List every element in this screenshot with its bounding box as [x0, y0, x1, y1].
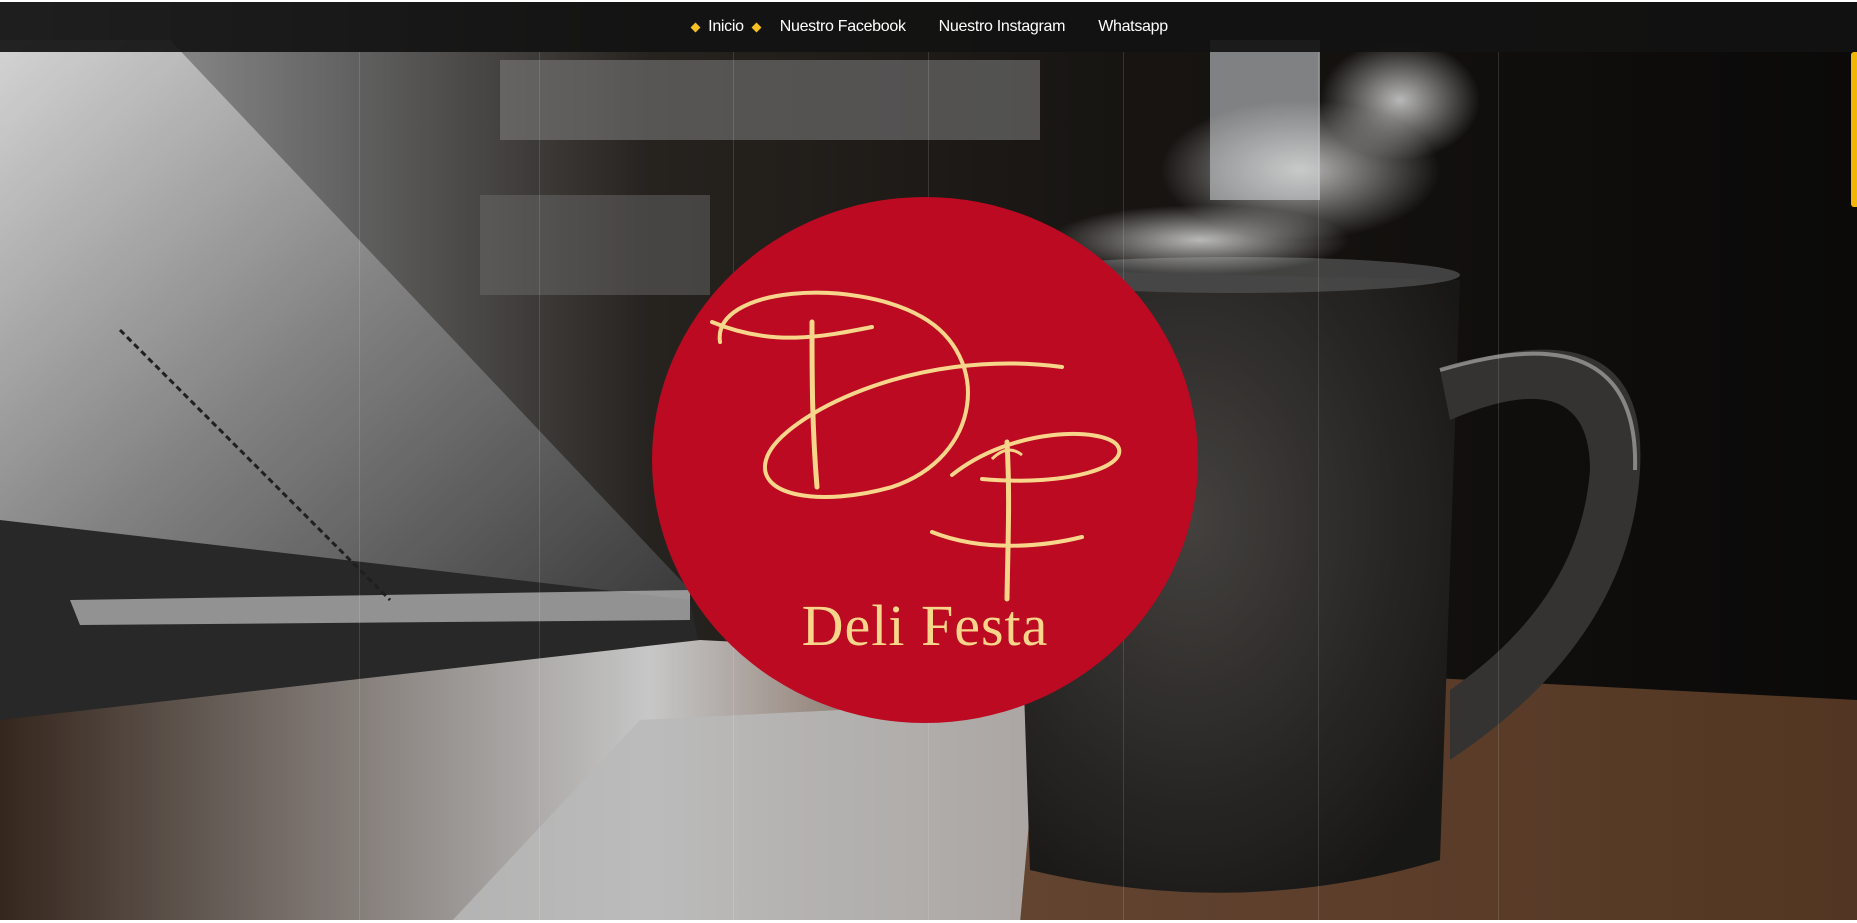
nav-item-whatsapp[interactable]: Whatsapp	[1098, 18, 1168, 36]
nav-item-label: Nuestro Facebook	[779, 18, 906, 35]
nav-item-inicio[interactable]: Inicio	[690, 18, 762, 36]
active-marker-right-icon	[751, 22, 762, 32]
grid-line	[539, 52, 540, 923]
nav-item-label: Nuestro Instagram	[938, 18, 1066, 35]
active-marker-left-icon	[690, 22, 701, 32]
main-nav: Inicio Nuestro Facebook Nuestro Instagra…	[690, 18, 1168, 36]
top-navigation-bar: Inicio Nuestro Facebook Nuestro Instagra…	[0, 0, 1857, 52]
grid-line	[359, 52, 360, 923]
nav-item-label: Inicio	[708, 18, 744, 35]
nav-item-label: Whatsapp	[1098, 18, 1168, 35]
scrollbar-thumb[interactable]	[1851, 52, 1857, 207]
nav-item-facebook[interactable]: Nuestro Facebook	[780, 18, 906, 36]
grid-line	[1318, 52, 1319, 923]
grid-line	[1498, 52, 1499, 923]
deli-festa-logo: Deli Festa	[652, 197, 1198, 723]
nav-item-instagram[interactable]: Nuestro Instagram	[939, 18, 1066, 36]
page: Inicio Nuestro Facebook Nuestro Instagra…	[0, 0, 1857, 923]
logo-brand-name: Deli Festa	[801, 593, 1049, 658]
